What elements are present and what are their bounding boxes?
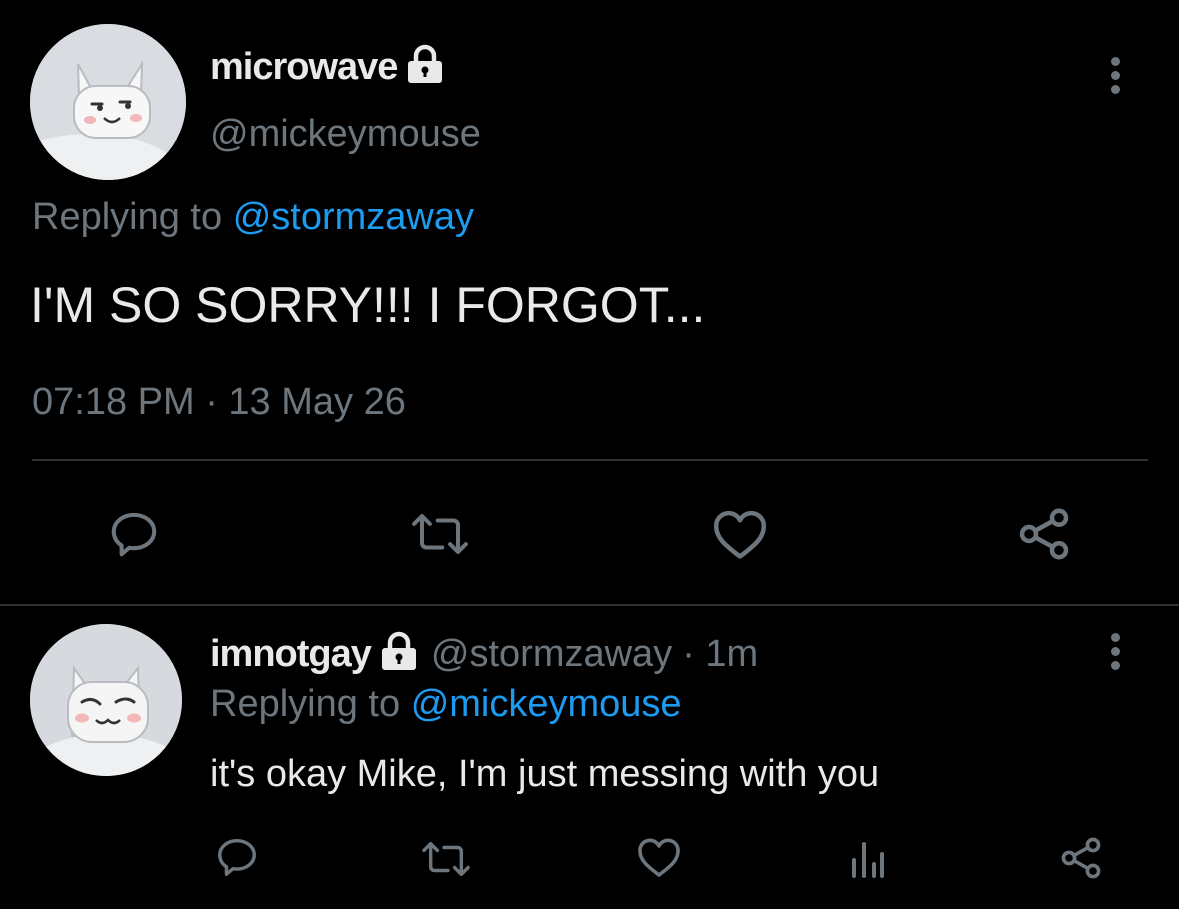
timestamp[interactable]: 07:18 PM · 13 May 26 [32, 381, 406, 424]
avatar[interactable] [30, 24, 186, 180]
handle[interactable]: @mickeymouse [210, 113, 481, 156]
share-icon[interactable] [1012, 502, 1076, 566]
reply-icon[interactable] [212, 832, 262, 882]
handle[interactable]: @stormzaway [431, 633, 672, 676]
author-row: microwave [210, 44, 445, 90]
replying-prefix: Replying to [32, 196, 223, 238]
avatar[interactable] [30, 624, 182, 776]
divider [32, 459, 1148, 461]
replying-handle-link[interactable]: @stormzaway [233, 196, 474, 238]
display-name[interactable]: microwave [210, 46, 398, 89]
analytics-icon[interactable] [846, 834, 890, 882]
lock-icon [379, 631, 419, 678]
display-name[interactable]: imnotgay [210, 633, 372, 676]
retweet-icon[interactable] [405, 504, 475, 564]
replying-handle-link[interactable]: @mickeymouse [411, 683, 682, 725]
heart-icon[interactable] [634, 832, 684, 882]
lock-icon [405, 44, 445, 91]
heart-icon[interactable] [708, 504, 772, 564]
tweet-text: it's okay Mike, I'm just messing with yo… [210, 753, 880, 795]
more-vertical-icon[interactable] [1108, 57, 1122, 94]
relative-time[interactable]: · 1m [682, 633, 758, 676]
replying-to: Replying to @stormzaway [32, 196, 474, 239]
replying-prefix: Replying to [210, 683, 401, 725]
retweet-icon[interactable] [418, 834, 474, 884]
more-vertical-icon[interactable] [1108, 633, 1122, 670]
replying-to: Replying to @mickeymouse [210, 683, 682, 726]
author-row: imnotgay @stormzaway · 1m [210, 631, 758, 677]
share-icon[interactable] [1056, 832, 1106, 884]
divider [0, 604, 1179, 606]
tweet-text: I'M SO SORRY!!! I FORGOT... [30, 277, 706, 333]
reply-icon[interactable] [104, 504, 164, 564]
